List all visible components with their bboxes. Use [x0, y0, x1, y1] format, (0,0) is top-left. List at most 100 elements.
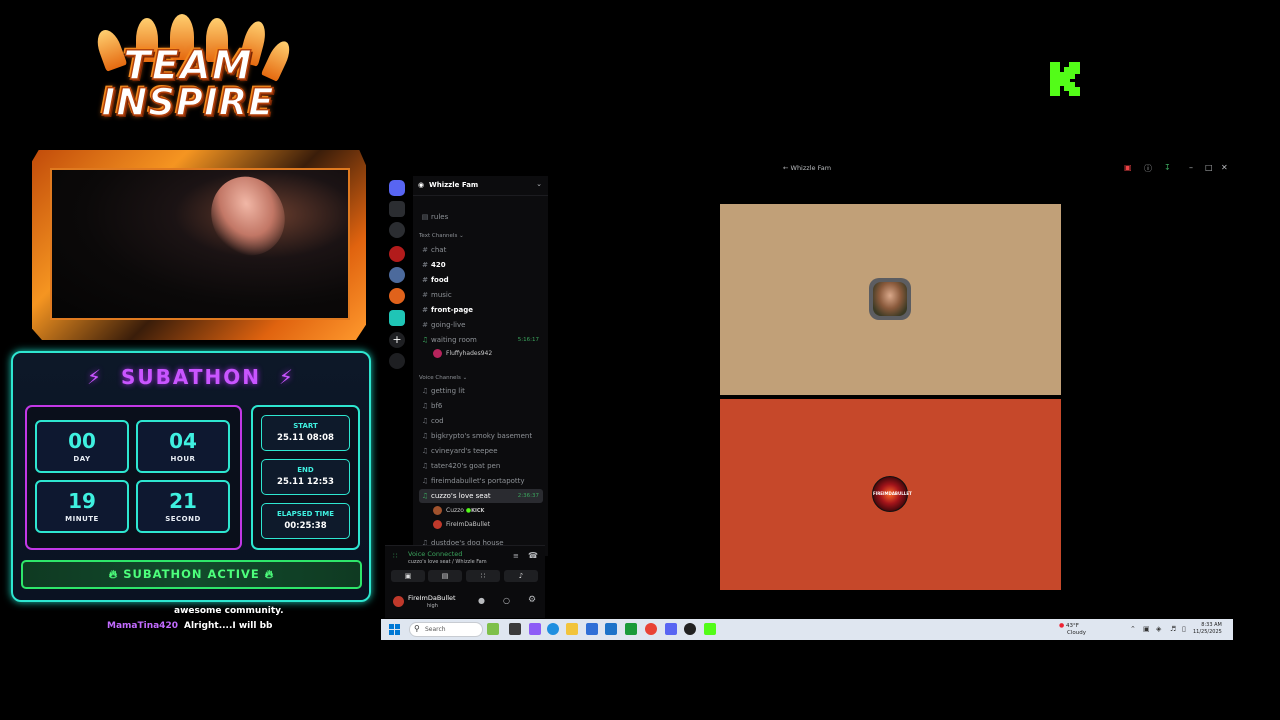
channel-name: chat — [431, 246, 447, 254]
webcam-feed — [50, 164, 350, 320]
channel-music[interactable]: # music — [419, 288, 543, 302]
end-card: END 25.11 12:53 — [261, 459, 350, 495]
window-titlebar: ← Whizzle Fam ▣ ⓘ ↧ – □ ✕ — [383, 160, 1238, 176]
discover-icon[interactable] — [389, 353, 405, 369]
battery-icon[interactable]: ▯ — [1182, 625, 1186, 633]
discord-home-icon[interactable] — [389, 180, 405, 196]
elapsed-value: 00:25:38 — [284, 521, 327, 531]
activities-button[interactable]: ∷ — [466, 570, 500, 582]
widget-icon[interactable] — [487, 623, 499, 635]
voice-channel[interactable]: ♫ cod — [419, 414, 543, 428]
channel-name: front-page — [431, 306, 474, 314]
obs-icon[interactable] — [684, 623, 696, 635]
task-view-icon[interactable] — [509, 623, 521, 635]
hash-icon: # — [422, 321, 428, 329]
voice-channel[interactable]: ♫ fireimdabullet's portapotty — [419, 474, 543, 488]
chrome-icon[interactable] — [645, 623, 657, 635]
subathon-widget: ⚡︎ SUBATHON ⚡︎ 00 DAY 04 HOUR 19 MINUTE … — [11, 351, 371, 602]
avatar[interactable] — [393, 596, 404, 607]
app-icon[interactable] — [605, 623, 617, 635]
channel-front-page[interactable]: # front-page — [419, 303, 543, 317]
weather-alert-icon: ● — [1059, 622, 1065, 629]
channel-food[interactable]: # food — [419, 273, 543, 287]
participant-tile[interactable] — [720, 204, 1061, 395]
channel-name: cuzzo's love seat — [431, 492, 491, 500]
disconnect-icon[interactable]: ☎ — [528, 551, 538, 560]
weather-temp: 43°F — [1066, 623, 1079, 629]
file-explorer-icon[interactable] — [566, 623, 578, 635]
network-icon[interactable]: ◈ — [1156, 625, 1161, 633]
channel-waiting-room[interactable]: ♫ waiting room 5:16:17 — [419, 333, 543, 347]
clock-date: 11/25/2025 — [1193, 629, 1222, 635]
minimize-icon[interactable]: – — [1189, 163, 1193, 172]
voice-user[interactable]: Cuzzo ●KICK — [433, 505, 484, 517]
channel-420[interactable]: #420 — [419, 258, 543, 272]
server-header[interactable]: ◉ Whizzle Fam ⌄ — [413, 176, 548, 196]
close-icon[interactable]: ✕ — [1221, 163, 1228, 172]
kick-taskbar-icon[interactable] — [704, 623, 716, 635]
server-icon[interactable] — [389, 288, 405, 304]
kick-logo — [1048, 60, 1082, 98]
server-icon[interactable] — [389, 222, 405, 238]
voice-channel[interactable]: ♫ bf6 — [419, 399, 543, 413]
minute-tile: 19 MINUTE — [35, 480, 129, 533]
voice-channel-active[interactable]: ♫ cuzzo's love seat 2:36:37 — [419, 489, 543, 503]
hash-icon: # — [422, 276, 428, 284]
voice-channel[interactable]: ♫ getting lit — [419, 384, 543, 398]
channel-going-live[interactable]: # going-live — [419, 318, 543, 332]
noise-suppression-icon[interactable]: ≡ — [513, 552, 519, 560]
download-icon[interactable]: ↧ — [1164, 163, 1171, 172]
discord-taskbar-icon[interactable] — [665, 623, 677, 635]
speaker-icon: ♫ — [421, 492, 429, 500]
server-icon[interactable] — [389, 246, 405, 262]
channel-name: going-live — [431, 321, 466, 329]
voice-channel[interactable]: ♫ cvineyard's teepee — [419, 444, 543, 458]
elapsed-card: ELAPSED TIME 00:25:38 — [261, 503, 350, 539]
chevron-up-icon[interactable]: ⌃ — [1130, 625, 1136, 633]
maximize-icon[interactable]: □ — [1205, 163, 1213, 172]
subathon-active-banner: 🔥︎ SUBATHON ACTIVE 🔥︎ — [21, 560, 362, 589]
hash-icon: # — [422, 246, 428, 254]
voice-user[interactable]: FireImDaBullet — [433, 519, 490, 531]
inbox-icon[interactable]: ▣ — [1124, 163, 1132, 172]
voice-connected-channel[interactable]: cuzzo's love seat / Whizzle Fam — [408, 559, 487, 565]
server-icon[interactable] — [389, 267, 405, 283]
search-input[interactable]: ⚲ Search — [409, 622, 483, 637]
channel-name: 420 — [431, 261, 446, 269]
channel-name: music — [431, 291, 452, 299]
server-rail: + — [383, 176, 413, 556]
speaker-icon: ♫ — [421, 387, 429, 395]
store-icon[interactable] — [586, 623, 598, 635]
soundboard-button[interactable]: ♪ — [504, 570, 538, 582]
app-icon[interactable] — [529, 623, 541, 635]
add-server-icon[interactable]: + — [389, 332, 405, 348]
volume-icon[interactable]: ♬ — [1170, 625, 1176, 633]
second-label: SECOND — [165, 515, 201, 523]
camera-button[interactable]: ▣ — [391, 570, 425, 582]
microphone-icon[interactable]: ● — [478, 596, 485, 605]
screen-share-button[interactable]: ▤ — [428, 570, 462, 582]
day-value: 00 — [68, 429, 96, 453]
channel-chat[interactable]: # chat — [419, 243, 543, 257]
participant-tile[interactable]: FIREIMDABULLET — [720, 399, 1061, 590]
signal-icon: ∷ — [393, 552, 398, 560]
taskbar-clock[interactable]: 8:33 AM 11/25/2025 — [1193, 622, 1222, 636]
channel-rules[interactable]: ▤ rules — [419, 210, 543, 224]
voice-channel[interactable]: ♫ tater420's goat pen — [419, 459, 543, 473]
server-icon[interactable] — [389, 201, 405, 217]
xbox-icon[interactable] — [625, 623, 637, 635]
edge-icon[interactable] — [547, 623, 559, 635]
weather-widget[interactable]: ● 43°F Cloudy — [1059, 622, 1086, 637]
voice-user[interactable]: Fluffyhades942 — [433, 348, 492, 360]
voice-channel[interactable]: ♫ bigkrypto's smoky basement — [419, 429, 543, 443]
text-channels-header[interactable]: Text Channels ⌄ — [419, 233, 464, 239]
help-icon[interactable]: ⓘ — [1144, 163, 1152, 174]
voice-connected-label: Voice Connected — [408, 550, 463, 558]
headphones-icon[interactable]: ○ — [503, 596, 510, 605]
server-icon[interactable] — [389, 310, 405, 326]
tray-app-icon[interactable]: ▣ — [1143, 625, 1150, 633]
hour-value: 04 — [169, 429, 197, 453]
gear-icon[interactable]: ⚙ — [528, 595, 536, 605]
voice-channels-header[interactable]: Voice Channels ⌄ — [419, 375, 467, 381]
windows-start-icon[interactable] — [389, 624, 400, 635]
